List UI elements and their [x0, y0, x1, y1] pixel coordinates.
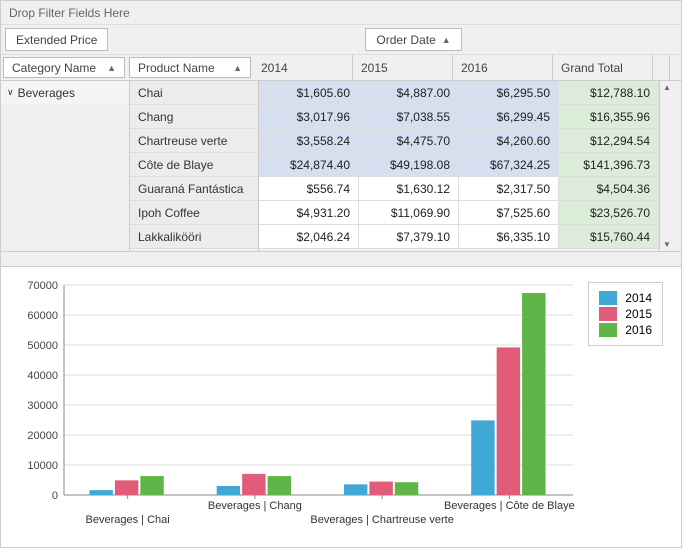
- col-header-2016[interactable]: 2016: [453, 55, 553, 80]
- sort-asc-icon: ▲: [442, 35, 451, 45]
- svg-text:Beverages | Chang: Beverages | Chang: [208, 500, 302, 512]
- legend-label-2015: 2015: [625, 307, 652, 321]
- product-column: ChaiChangChartreuse verteCôte de BlayeGu…: [130, 81, 259, 251]
- filter-drop-area[interactable]: Drop Filter Fields Here: [1, 1, 681, 25]
- data-cell[interactable]: $11,069.90: [359, 201, 459, 225]
- data-field-label: Extended Price: [16, 33, 97, 47]
- product-cell[interactable]: Chartreuse verte: [130, 129, 258, 153]
- data-cell[interactable]: $2,317.50: [459, 177, 559, 201]
- data-cell[interactable]: $4,931.20: [259, 201, 359, 225]
- col-header-2014[interactable]: 2014: [253, 55, 353, 80]
- chart-area: 0 10000 20000 30000 40000 50000 60000 70000 Beve…: [1, 267, 681, 545]
- horizontal-scrollbar[interactable]: [1, 251, 681, 266]
- data-cell[interactable]: $4,887.00: [359, 81, 459, 105]
- chart-legend: 2014 2015 2016: [588, 282, 663, 346]
- data-cell[interactable]: $7,379.10: [359, 225, 459, 249]
- col-header-grand-total[interactable]: Grand Total: [553, 55, 653, 80]
- svg-text:30000: 30000: [27, 400, 58, 412]
- grand-total-cell[interactable]: $12,788.10: [559, 81, 659, 105]
- vertical-scrollbar[interactable]: ▲ ▼: [659, 81, 674, 251]
- svg-text:70000: 70000: [27, 280, 58, 292]
- svg-text:40000: 40000: [27, 370, 58, 382]
- table-row: $3,017.96$7,038.55$6,299.45$16,355.96: [259, 105, 659, 129]
- data-cell[interactable]: $67,324.25: [459, 153, 559, 177]
- data-columns: $1,605.60$4,887.00$6,295.50$12,788.10$3,…: [259, 81, 659, 251]
- data-cell[interactable]: $2,046.24: [259, 225, 359, 249]
- grand-total-cell[interactable]: $12,294.54: [559, 129, 659, 153]
- scroll-up-icon[interactable]: ▲: [663, 83, 671, 92]
- scroll-spacer: [653, 55, 670, 80]
- category-label: Beverages: [18, 86, 75, 100]
- legend-item-2016: 2016: [599, 323, 652, 337]
- data-cell[interactable]: $6,335.10: [459, 225, 559, 249]
- row-field-category-button[interactable]: Category Name ▲: [3, 57, 125, 78]
- svg-text:50000: 50000: [27, 340, 58, 352]
- data-cell[interactable]: $6,299.45: [459, 105, 559, 129]
- data-cell[interactable]: $3,558.24: [259, 129, 359, 153]
- col-field-label: Order Date: [376, 33, 435, 47]
- grand-total-cell[interactable]: $23,526.70: [559, 201, 659, 225]
- product-cell[interactable]: Lakkalikööri: [130, 225, 258, 249]
- row-field-product-label: Product Name: [138, 61, 215, 75]
- product-cell[interactable]: Chang: [130, 105, 258, 129]
- table-row: $1,605.60$4,887.00$6,295.50$12,788.10: [259, 81, 659, 105]
- product-cell[interactable]: Guaraná Fantástica: [130, 177, 258, 201]
- svg-text:Beverages | Chartreuse verte: Beverages | Chartreuse verte: [310, 514, 453, 526]
- data-cell[interactable]: $4,260.60: [459, 129, 559, 153]
- bar-chart: 0 10000 20000 30000 40000 50000 60000 70000 Beve…: [9, 275, 673, 535]
- table-row: $4,931.20$11,069.90$7,525.60$23,526.70: [259, 201, 659, 225]
- svg-text:Beverages | Côte de Blaye: Beverages | Côte de Blaye: [444, 500, 575, 512]
- svg-text:10000: 10000: [27, 460, 58, 472]
- legend-swatch-2016: [599, 323, 617, 337]
- table-row: $3,558.24$4,475.70$4,260.60$12,294.54: [259, 129, 659, 153]
- grand-total-cell[interactable]: $141,396.73: [559, 153, 659, 177]
- grand-total-cell[interactable]: $16,355.96: [559, 105, 659, 129]
- grand-total-cell[interactable]: $15,760.44: [559, 225, 659, 249]
- data-cell[interactable]: $6,295.50: [459, 81, 559, 105]
- product-cell[interactable]: Chai: [130, 81, 258, 105]
- svg-text:20000: 20000: [27, 430, 58, 442]
- sort-asc-icon: ▲: [107, 63, 116, 73]
- row-field-product-button[interactable]: Product Name ▲: [129, 57, 251, 78]
- row-field-category-label: Category Name: [12, 61, 96, 75]
- data-cell[interactable]: $1,630.12: [359, 177, 459, 201]
- pivot-grid: Drop Filter Fields Here Extended Price O…: [1, 1, 681, 267]
- product-cell[interactable]: Ipoh Coffee: [130, 201, 258, 225]
- category-column: ∨ Beverages: [1, 81, 130, 251]
- col-field-button[interactable]: Order Date ▲: [365, 28, 461, 51]
- data-cell[interactable]: $7,038.55: [359, 105, 459, 129]
- category-cell[interactable]: ∨ Beverages: [1, 81, 129, 105]
- col-header-2015[interactable]: 2015: [353, 55, 453, 80]
- grand-total-cell[interactable]: $4,504.36: [559, 177, 659, 201]
- table-row: $24,874.40$49,198.08$67,324.25$141,396.7…: [259, 153, 659, 177]
- svg-text:Beverages | Chai: Beverages | Chai: [86, 514, 170, 526]
- legend-swatch-2014: [599, 291, 617, 305]
- sort-asc-icon: ▲: [233, 63, 242, 73]
- grid-header-row: Category Name ▲ Product Name ▲ 2014 2015…: [1, 55, 681, 81]
- row-field-area: Category Name ▲ Product Name ▲: [1, 55, 253, 80]
- data-col-field-row: Extended Price Order Date ▲: [1, 25, 681, 55]
- data-cell[interactable]: $7,525.60: [459, 201, 559, 225]
- data-cell[interactable]: $3,017.96: [259, 105, 359, 129]
- svg-text:60000: 60000: [27, 310, 58, 322]
- table-row: $556.74$1,630.12$2,317.50$4,504.36: [259, 177, 659, 201]
- collapse-icon[interactable]: ∨: [7, 87, 14, 98]
- scroll-down-icon[interactable]: ▼: [663, 240, 671, 249]
- data-cell[interactable]: $4,475.70: [359, 129, 459, 153]
- table-row: $2,046.24$7,379.10$6,335.10$15,760.44: [259, 225, 659, 249]
- data-field-button[interactable]: Extended Price: [5, 28, 108, 51]
- grid-body: ∨ Beverages ChaiChangChartreuse verteCôt…: [1, 81, 681, 251]
- data-cell[interactable]: $1,605.60: [259, 81, 359, 105]
- data-cell[interactable]: $556.74: [259, 177, 359, 201]
- product-cell[interactable]: Côte de Blaye: [130, 153, 258, 177]
- legend-label-2016: 2016: [625, 323, 652, 337]
- data-cell[interactable]: $49,198.08: [359, 153, 459, 177]
- data-cell[interactable]: $24,874.40: [259, 153, 359, 177]
- legend-item-2015: 2015: [599, 307, 652, 321]
- legend-label-2014: 2014: [625, 291, 652, 305]
- svg-text:0: 0: [52, 490, 58, 502]
- legend-swatch-2015: [599, 307, 617, 321]
- legend-item-2014: 2014: [599, 291, 652, 305]
